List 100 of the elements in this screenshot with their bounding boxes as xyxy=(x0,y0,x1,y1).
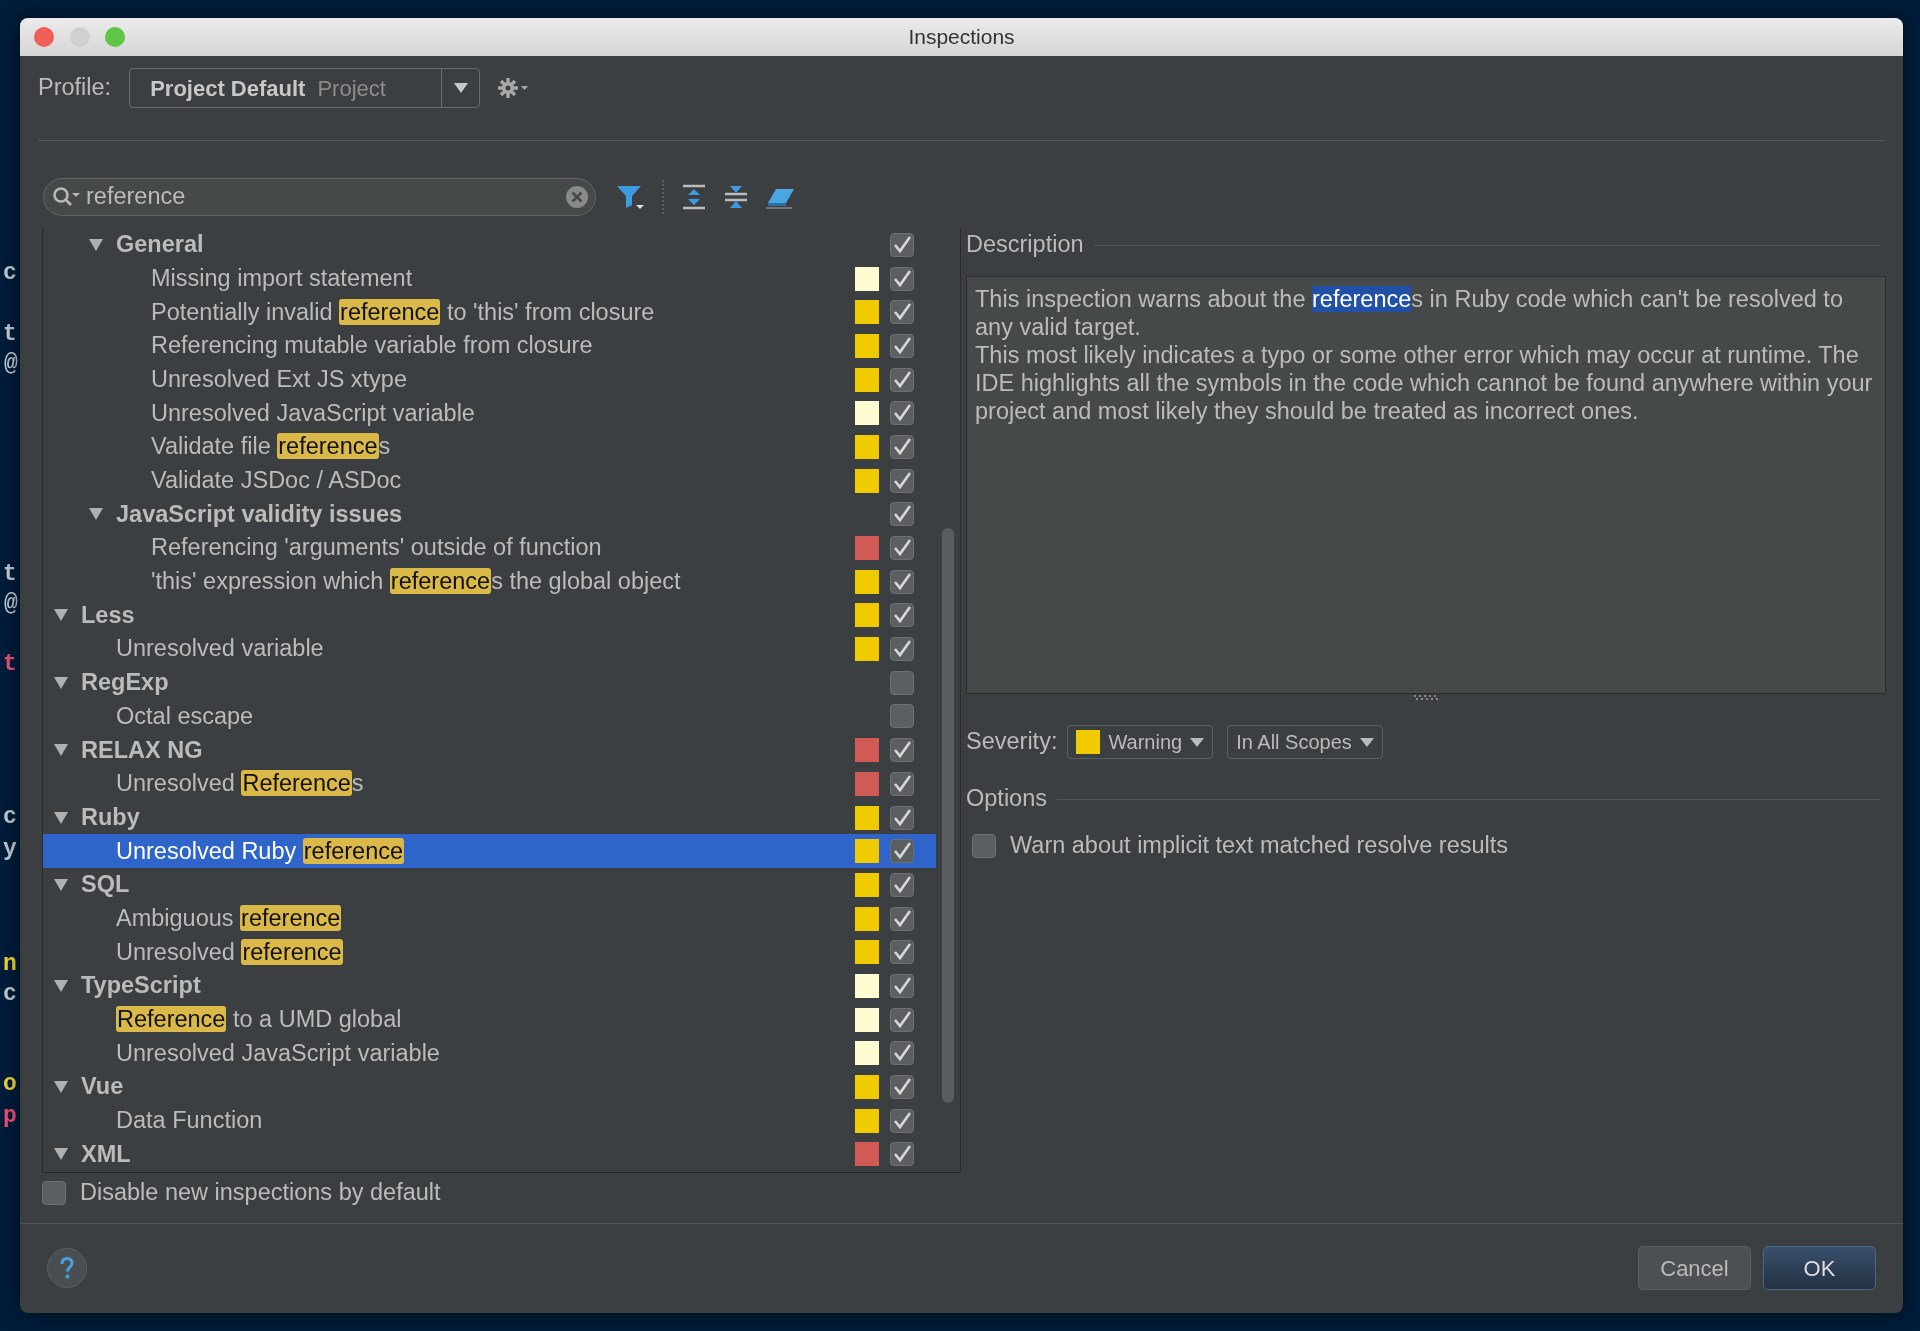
expand-arrow-icon[interactable] xyxy=(54,609,68,622)
tree-row[interactable]: Vue xyxy=(43,1070,936,1104)
cancel-button[interactable]: Cancel xyxy=(1638,1246,1751,1290)
checkbox[interactable] xyxy=(890,1142,914,1167)
help-button[interactable] xyxy=(47,1248,87,1288)
tree-row[interactable]: TypeScript xyxy=(43,969,936,1003)
filter-icon[interactable] xyxy=(616,183,644,211)
expand-arrow-icon[interactable] xyxy=(54,878,68,891)
tree-row[interactable]: Missing import statement xyxy=(43,261,936,296)
expand-arrow-icon[interactable] xyxy=(89,238,103,251)
code-text: y xyxy=(3,836,17,862)
checkbox[interactable] xyxy=(890,1108,914,1133)
checkbox[interactable] xyxy=(890,232,914,257)
tree-row[interactable]: Unresolved Ruby reference xyxy=(43,834,936,869)
tree-row[interactable]: Referencing mutable variable from closure xyxy=(43,329,936,363)
profile-label: Profile: xyxy=(38,73,112,103)
tree-row[interactable]: 'this' expression which references the global object xyxy=(43,564,936,599)
tree-row[interactable]: General xyxy=(43,228,936,262)
checkbox[interactable] xyxy=(890,536,914,561)
checkbox[interactable] xyxy=(890,401,914,426)
tree-row[interactable]: Unresolved variable xyxy=(43,632,936,666)
tree-row[interactable]: SQL xyxy=(43,868,936,902)
tree-row[interactable]: Unresolved References xyxy=(43,767,936,801)
tree-row[interactable]: Unresolved JavaScript variable xyxy=(43,396,936,431)
tree-row[interactable]: Validate JSDoc / ASDoc xyxy=(43,463,936,498)
scope-dropdown[interactable]: In All Scopes xyxy=(1227,725,1383,759)
tree-row[interactable]: Octal escape xyxy=(43,699,936,734)
checkbox[interactable] xyxy=(890,1041,914,1066)
category-label: XML xyxy=(81,1139,132,1169)
checkbox[interactable] xyxy=(890,468,914,493)
tree-row[interactable]: JavaScript validity issues xyxy=(43,497,936,532)
checkbox[interactable] xyxy=(890,434,914,459)
checkbox[interactable] xyxy=(890,940,914,965)
tree-row[interactable]: XML xyxy=(43,1137,936,1172)
search-field[interactable]: reference xyxy=(86,180,559,214)
tree-row[interactable]: RegExp xyxy=(43,665,936,700)
inspection-label: Ambiguous reference xyxy=(116,903,343,933)
expand-arrow-icon[interactable] xyxy=(54,1081,68,1094)
expand-all-icon[interactable] xyxy=(682,184,706,210)
expand-arrow-icon[interactable] xyxy=(89,508,103,521)
close-button[interactable] xyxy=(34,27,54,47)
checkbox[interactable] xyxy=(890,738,914,763)
tree-row[interactable]: Potentially invalid reference to 'this' from closure xyxy=(43,295,936,330)
severity-dropdown[interactable]: Warning xyxy=(1067,725,1214,759)
checkbox[interactable] xyxy=(890,973,914,998)
expand-arrow-icon[interactable] xyxy=(54,1148,68,1161)
clear-icon[interactable] xyxy=(565,185,589,209)
collapse-all-icon[interactable] xyxy=(724,184,748,210)
checkbox[interactable] xyxy=(890,670,914,695)
tree-row[interactable]: Less xyxy=(43,598,936,633)
checkbox[interactable] xyxy=(890,266,914,291)
checkbox[interactable] xyxy=(42,1181,66,1205)
checkbox-label: Disable new inspections by default xyxy=(80,1178,441,1208)
tree-row[interactable]: Unresolved JavaScript variable xyxy=(43,1036,936,1071)
checkbox[interactable] xyxy=(890,704,914,729)
tree-row[interactable]: Data Function xyxy=(43,1103,936,1138)
ok-button[interactable]: OK xyxy=(1763,1246,1876,1290)
category-label: Ruby xyxy=(81,802,141,832)
gear-icon[interactable] xyxy=(498,76,529,100)
inspection-label: Unresolved reference xyxy=(116,937,344,967)
tree-row[interactable]: Unresolved Ext JS xtype xyxy=(43,362,936,397)
checkbox[interactable] xyxy=(890,502,914,527)
inspection-label: Unresolved References xyxy=(116,769,365,799)
tree-row[interactable]: Ambiguous reference xyxy=(43,901,936,936)
checkbox[interactable] xyxy=(890,569,914,594)
checkbox[interactable] xyxy=(890,637,914,662)
inspection-label: Potentially invalid reference to 'this' from closure xyxy=(151,297,656,327)
checkbox[interactable] xyxy=(890,839,914,864)
checkbox[interactable] xyxy=(890,1007,914,1032)
checkbox[interactable] xyxy=(890,300,914,325)
category-label: JavaScript validity issues xyxy=(116,499,404,529)
checkbox[interactable] xyxy=(890,1075,914,1100)
splitter-handle[interactable] xyxy=(1413,694,1439,700)
expand-arrow-icon[interactable] xyxy=(54,676,68,689)
category-label: General xyxy=(116,230,205,260)
expand-arrow-icon[interactable] xyxy=(54,979,68,992)
checkbox[interactable] xyxy=(890,367,914,392)
search-box[interactable]: reference xyxy=(43,178,596,216)
tree-row[interactable]: RELAX NG xyxy=(43,733,936,767)
inspection-label: Referencing mutable variable from closure xyxy=(151,331,594,361)
checkbox[interactable] xyxy=(890,906,914,931)
code-text: t xyxy=(3,321,17,347)
code-text: n xyxy=(3,951,17,977)
expand-arrow-icon[interactable] xyxy=(54,744,68,757)
inspection-label: Missing import statement xyxy=(151,263,414,293)
tree-row[interactable]: Unresolved reference xyxy=(43,935,936,970)
profile-dropdown[interactable]: Project Default Project xyxy=(129,68,481,108)
scrollbar-thumb[interactable] xyxy=(942,528,954,1103)
checkbox[interactable] xyxy=(890,805,914,830)
tree-row[interactable]: Reference to a UMD global xyxy=(43,1002,936,1037)
tree-row[interactable]: Ruby xyxy=(43,800,936,835)
checkbox[interactable] xyxy=(890,603,914,628)
expand-arrow-icon[interactable] xyxy=(54,811,68,824)
tree-row[interactable]: Validate file references xyxy=(43,430,936,464)
checkbox[interactable] xyxy=(890,771,914,796)
checkbox[interactable] xyxy=(890,333,914,358)
checkbox[interactable] xyxy=(890,872,914,897)
tree-row[interactable]: Referencing 'arguments' outside of function xyxy=(43,531,936,565)
code-text: t xyxy=(3,651,17,677)
checkbox[interactable] xyxy=(972,834,996,858)
